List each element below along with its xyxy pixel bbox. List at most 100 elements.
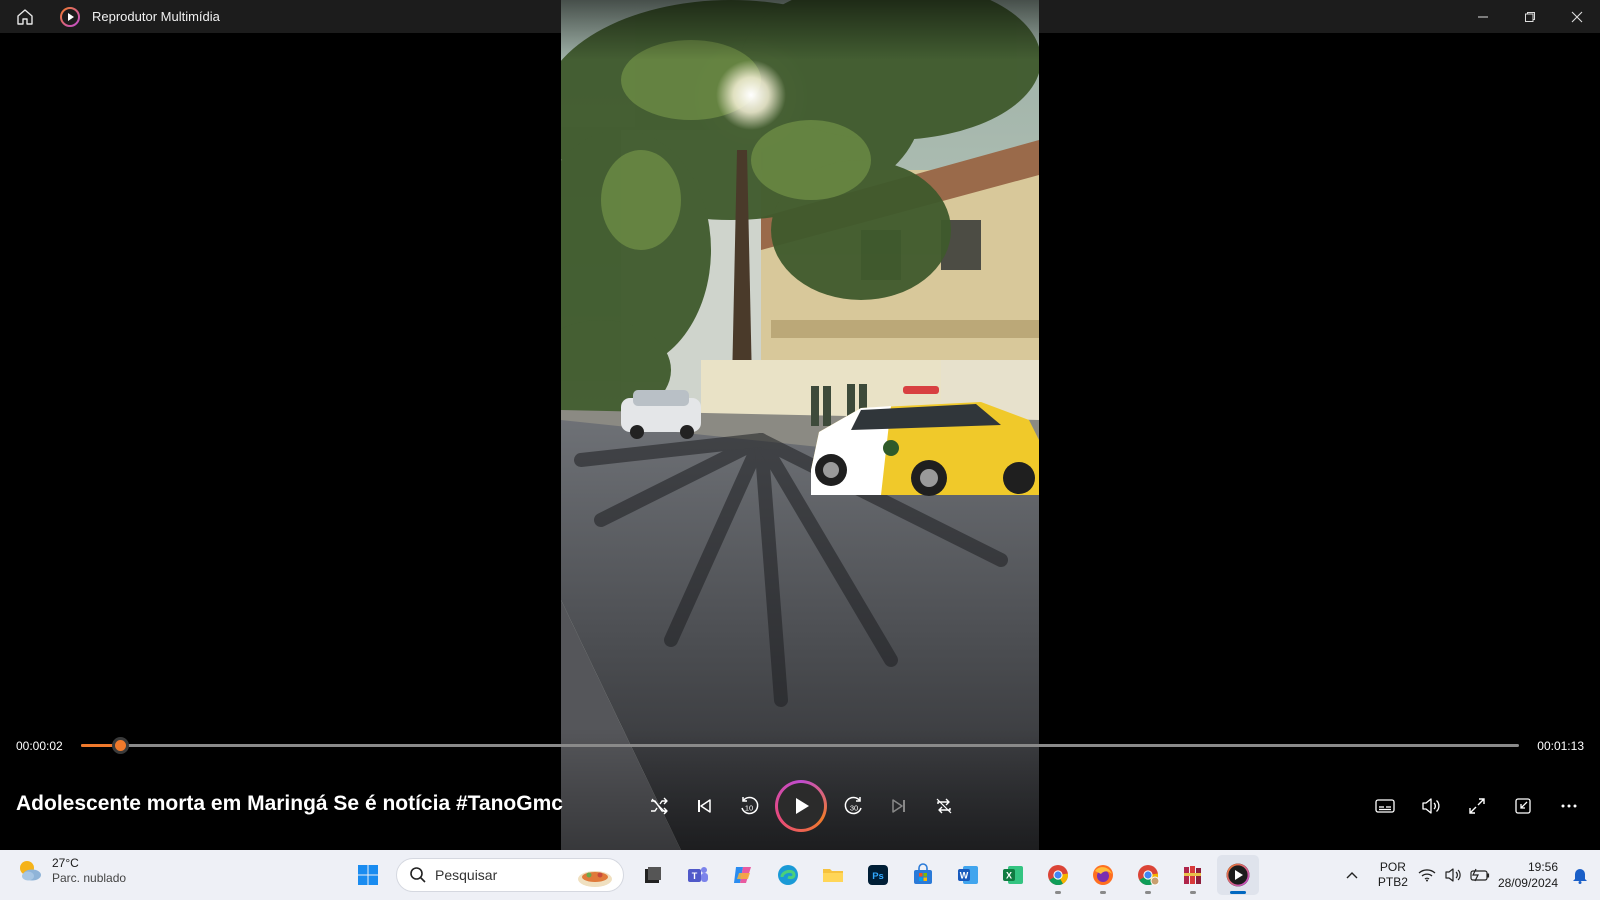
windows-logo-icon <box>357 865 378 885</box>
svg-text:30: 30 <box>849 804 857 813</box>
next-button[interactable] <box>876 784 921 829</box>
svg-text:W: W <box>959 871 968 881</box>
clock-time: 19:56 <box>1527 860 1558 874</box>
archive-books-icon <box>1183 866 1201 884</box>
minimize-button[interactable] <box>1459 0 1506 33</box>
minimize-icon <box>1477 16 1488 17</box>
firefox-button[interactable] <box>1082 855 1124 895</box>
home-icon <box>17 8 33 25</box>
running-indicator <box>1144 891 1151 894</box>
show-hidden-icons-button[interactable] <box>1336 853 1368 897</box>
firefox-icon <box>1092 865 1113 885</box>
forward-30-button[interactable]: 30 <box>831 784 876 829</box>
word-button[interactable]: W <box>947 855 989 895</box>
current-time: 00:00:02 <box>16 739 63 753</box>
weather-condition: Parc. nublado <box>52 871 127 885</box>
photoshop-button[interactable]: Ps <box>857 855 899 895</box>
search-input[interactable]: Pesquisar <box>396 858 624 892</box>
chrome-profile-button[interactable] <box>1127 855 1169 895</box>
fullscreen-icon <box>1469 798 1485 814</box>
battery-icon[interactable] <box>1470 868 1490 882</box>
folder-icon <box>822 869 843 882</box>
bell-icon <box>1573 869 1587 884</box>
app-title: Reprodutor Multimídia <box>92 9 220 24</box>
teams-button[interactable]: T <box>677 855 719 895</box>
restore-icon <box>1524 11 1535 22</box>
media-title: Adolescente morta em Maringá Se é notíci… <box>16 792 563 815</box>
seek-thumb[interactable] <box>111 737 129 754</box>
input-language[interactable]: POR PTB2 <box>1378 860 1408 890</box>
total-time: 00:01:13 <box>1537 739 1584 753</box>
chrome-icon <box>1047 865 1068 886</box>
taskbar: 27°C Parc. nublado Pesquisar T Ps W X PO… <box>0 850 1600 900</box>
rewind-10-button[interactable]: 10 <box>726 784 771 829</box>
volume-button[interactable] <box>1408 784 1454 828</box>
running-indicator <box>1054 891 1061 894</box>
photoshop-icon: Ps <box>867 865 888 885</box>
copilot-button[interactable] <box>722 855 764 895</box>
excel-icon: X <box>1002 866 1023 884</box>
file-explorer-button[interactable] <box>812 855 854 895</box>
chevron-up-icon <box>1346 872 1358 879</box>
excel-button[interactable]: X <box>992 855 1034 895</box>
search-placeholder: Pesquisar <box>435 867 498 883</box>
subtitles-icon <box>1375 799 1395 813</box>
keyboard-layout: PTB2 <box>1377 875 1408 889</box>
restore-button[interactable] <box>1506 0 1553 33</box>
play-button[interactable] <box>775 780 827 832</box>
edge-icon <box>777 865 798 885</box>
subtitles-button[interactable] <box>1362 784 1408 828</box>
wifi-icon[interactable] <box>1418 868 1436 882</box>
next-icon <box>891 799 905 813</box>
shuffle-icon <box>650 797 668 815</box>
repeat-button[interactable] <box>921 784 966 829</box>
notifications-button[interactable] <box>1566 866 1594 884</box>
weather-temp: 27°C <box>52 856 79 870</box>
fullscreen-button[interactable] <box>1454 784 1500 828</box>
copilot-icon <box>733 867 751 883</box>
close-icon <box>1571 11 1582 22</box>
close-button[interactable] <box>1553 0 1600 33</box>
search-highlight-icon <box>578 871 612 887</box>
running-indicator <box>1189 891 1196 894</box>
home-button[interactable] <box>0 0 50 33</box>
weather-widget[interactable]: 27°C Parc. nublado <box>16 856 126 886</box>
rewind-10-icon: 10 <box>740 796 758 815</box>
clock[interactable]: 19:56 28/09/2024 <box>1498 859 1558 891</box>
search-icon <box>410 867 426 883</box>
edge-button[interactable] <box>767 855 809 895</box>
video-frame[interactable] <box>561 0 1039 850</box>
previous-button[interactable] <box>681 784 726 829</box>
forward-30-icon: 30 <box>844 796 862 815</box>
mini-player-button[interactable] <box>1500 784 1546 828</box>
system-tray: POR PTB2 19:56 28/09/2024 <box>1336 850 1600 900</box>
media-player-icon <box>1226 863 1249 887</box>
previous-icon <box>697 799 711 813</box>
partly-cloudy-icon <box>20 861 41 881</box>
store-icon <box>913 863 932 884</box>
media-player-button[interactable] <box>1216 855 1259 895</box>
repeat-off-icon <box>936 798 951 814</box>
svg-text:Ps: Ps <box>872 871 884 882</box>
svg-text:X: X <box>1005 871 1011 881</box>
app-logo-icon <box>60 6 80 27</box>
volume-icon <box>1422 798 1440 814</box>
taskbar-apps: Pesquisar T Ps W X <box>345 855 1260 895</box>
more-icon <box>1561 804 1577 808</box>
task-view-icon <box>644 867 661 883</box>
speaker-icon[interactable] <box>1444 867 1462 883</box>
word-icon: W <box>957 866 978 884</box>
running-indicator <box>1099 891 1106 894</box>
mini-player-icon <box>1515 798 1531 814</box>
chrome-button[interactable] <box>1037 855 1079 895</box>
seek-bar[interactable] <box>81 737 1519 754</box>
playback-controls: 10 30 <box>636 780 966 832</box>
task-view-button[interactable] <box>632 855 674 895</box>
teams-icon: T <box>687 867 708 882</box>
more-button[interactable] <box>1546 784 1592 828</box>
store-button[interactable] <box>902 855 944 895</box>
shuffle-button[interactable] <box>636 784 681 829</box>
svg-text:T: T <box>691 871 697 881</box>
start-button[interactable] <box>347 855 389 895</box>
winrar-button[interactable] <box>1172 855 1214 895</box>
